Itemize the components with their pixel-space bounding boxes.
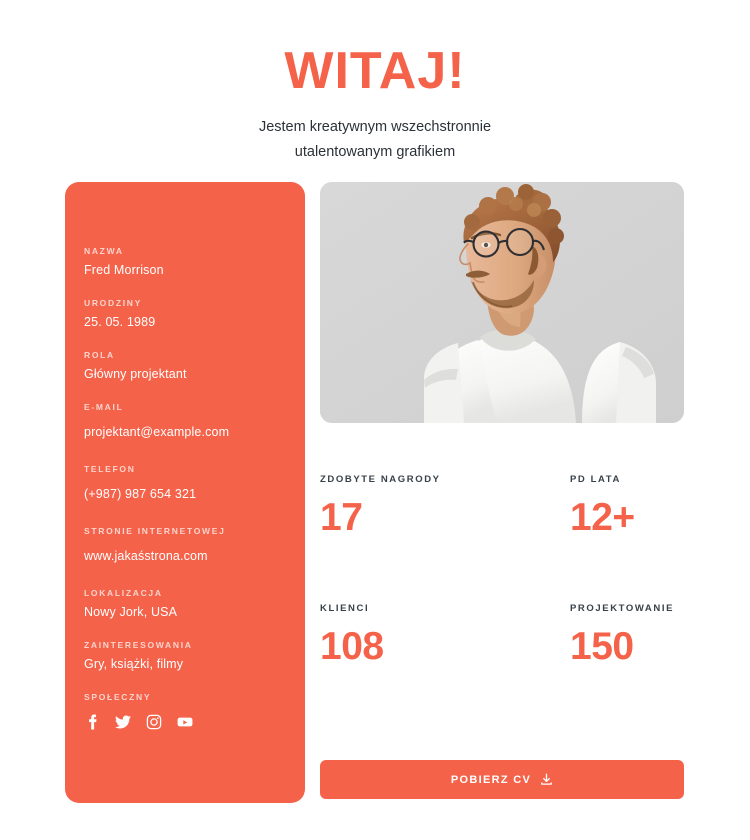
page-subtitle: Jestem kreatywnym wszechstronnie utalent…	[0, 115, 750, 166]
stats-section: ZDOBYTE NAGRODY 17 PD LATA 12+ KLIENCI 1…	[320, 474, 684, 666]
info-item-zainteresowania: ZAINTERESOWANIA Gry, książki, filmy	[84, 640, 305, 671]
info-value-strona[interactable]: www.jakaśstrona.com	[84, 549, 305, 563]
stats-row-2: KLIENCI 108 PROJEKTOWANIE 150	[320, 603, 684, 666]
stats-row-1: ZDOBYTE NAGRODY 17 PD LATA 12+	[320, 474, 684, 537]
facebook-icon[interactable]	[84, 714, 100, 730]
social-label: SPOŁECZNY	[84, 692, 152, 702]
info-label-lokalizacja: LOKALIZACJA	[84, 588, 163, 598]
info-label-rola: ROLA	[84, 350, 115, 360]
info-item-telefon: TELEFON (+987) 987 654 321	[84, 464, 305, 501]
stat-value-zdobyte-nagrody: 17	[320, 496, 363, 539]
download-cv-button[interactable]: POBIERZ CV	[320, 760, 684, 799]
info-item-nazwa: NAZWA Fred Morrison	[84, 246, 305, 277]
twitter-icon[interactable]	[115, 714, 131, 730]
info-value-telefon[interactable]: (+987) 987 654 321	[84, 487, 305, 501]
stat-zdobyte-nagrody: ZDOBYTE NAGRODY 17	[320, 474, 502, 537]
stat-label-zdobyte-nagrody: ZDOBYTE NAGRODY	[320, 474, 441, 485]
stat-label-pd-lata: PD LATA	[570, 474, 621, 485]
info-item-email: E-MAIL projektant@example.com	[84, 402, 305, 439]
profile-photo	[320, 182, 684, 423]
info-value-rola: Główny projektant	[84, 367, 187, 381]
info-value-urodziny: 25. 05. 1989	[84, 315, 156, 329]
page-subtitle-line-2: utalentowanym grafikiem	[294, 143, 456, 160]
stat-value-pd-lata: 12+	[570, 496, 635, 539]
stat-klienci: KLIENCI 108	[320, 603, 502, 666]
page-subtitle-line-1: Jestem kreatywnym wszechstronnie	[258, 118, 492, 135]
stat-label-klienci: KLIENCI	[320, 603, 370, 614]
social-block: SPOŁECZNY	[84, 692, 305, 730]
info-label-email: E-MAIL	[84, 402, 124, 412]
instagram-icon[interactable]	[146, 714, 162, 730]
info-item-lokalizacja: LOKALIZACJA Nowy Jork, USA	[84, 588, 305, 619]
download-cv-label: POBIERZ CV	[450, 773, 532, 786]
stat-value-projektowanie: 150	[570, 625, 634, 668]
info-value-nazwa: Fred Morrison	[84, 263, 164, 277]
info-label-strona: STRONIE INTERNETOWEJ	[84, 526, 226, 536]
personal-info-card: NAZWA Fred Morrison URODZINY 25. 05. 198…	[65, 182, 305, 803]
stat-projektowanie: PROJEKTOWANIE 150	[502, 603, 684, 666]
info-label-nazwa: NAZWA	[84, 246, 124, 256]
info-label-zainteresowania: ZAINTERESOWANIA	[84, 640, 193, 650]
info-value-lokalizacja: Nowy Jork, USA	[84, 605, 178, 619]
info-value-email[interactable]: projektant@example.com	[84, 425, 305, 439]
page-title: WITAJ!	[284, 42, 466, 100]
info-item-urodziny: URODZINY 25. 05. 1989	[84, 298, 305, 329]
info-value-zainteresowania: Gry, książki, filmy	[84, 657, 184, 671]
stat-value-klienci: 108	[320, 625, 384, 668]
info-label-telefon: TELEFON	[84, 464, 136, 474]
page-header: WITAJ! Jestem kreatywnym wszechstronnie …	[0, 44, 750, 165]
download-icon	[540, 773, 553, 786]
info-label-urodziny: URODZINY	[84, 298, 142, 308]
profile-page: WITAJ! Jestem kreatywnym wszechstronnie …	[0, 0, 750, 840]
stat-pd-lata: PD LATA 12+	[502, 474, 684, 537]
youtube-icon[interactable]	[177, 714, 193, 730]
info-item-strona: STRONIE INTERNETOWEJ www.jakaśstrona.com	[84, 526, 305, 563]
social-icon-list	[84, 714, 305, 730]
stat-label-projektowanie: PROJEKTOWANIE	[570, 603, 675, 614]
info-item-rola: ROLA Główny projektant	[84, 350, 305, 381]
